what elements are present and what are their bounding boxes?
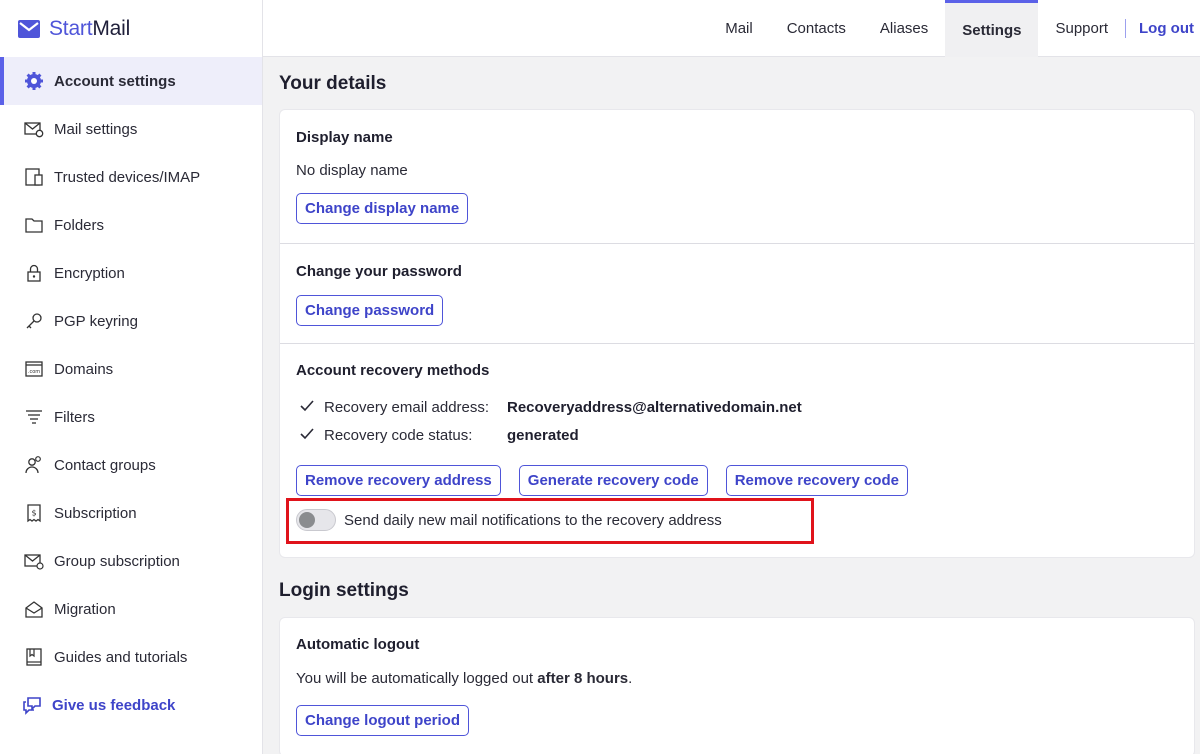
sidebar-item-label: PGP keyring [54, 312, 138, 330]
tab-contacts[interactable]: Contacts [770, 0, 863, 57]
sidebar-item-domains[interactable]: .com Domains [0, 345, 262, 393]
auto-logout-period: after 8 hours [537, 670, 629, 687]
check-icon [300, 427, 316, 444]
sidebar-item-folders[interactable]: Folders [0, 201, 262, 249]
chat-icon [22, 695, 42, 715]
sidebar-item-label: Guides and tutorials [54, 648, 188, 666]
sidebar-item-group-subscription[interactable]: Group subscription [0, 537, 262, 585]
display-name-section: Display name No display name Change disp… [280, 110, 1194, 244]
check-icon [300, 399, 316, 416]
recovery-buttons: Remove recovery address Generate recover… [296, 465, 1178, 496]
tab-mail[interactable]: Mail [708, 0, 770, 57]
sidebar-item-label: Contact groups [54, 456, 156, 474]
logout-link[interactable]: Log out [1126, 0, 1200, 57]
key-icon [24, 311, 44, 331]
svg-text:$: $ [31, 509, 36, 518]
auto-logout-text: You will be automatically logged out aft… [296, 670, 1178, 687]
recovery-email-label: Recovery email address: [324, 398, 490, 416]
auto-logout-heading: Automatic logout [296, 636, 420, 653]
brand-logo[interactable]: StartMail [0, 0, 262, 57]
login-settings-card: Automatic logout You will be automatical… [279, 617, 1195, 754]
sidebar-item-label: Subscription [54, 504, 137, 522]
brand-start: Start [49, 16, 93, 40]
folder-icon [24, 215, 44, 235]
remove-recovery-address-button[interactable]: Remove recovery address [296, 465, 501, 496]
recovery-code-row: Recovery code status: generated [296, 421, 1178, 449]
password-section: Change your password Change password [280, 244, 1194, 344]
highlight-box [286, 498, 814, 544]
remove-recovery-code-button[interactable]: Remove recovery code [725, 465, 908, 496]
svg-text:.com: .com [28, 369, 40, 375]
sidebar-item-label: Filters [54, 408, 95, 426]
sidebar-item-account-settings[interactable]: Account settings [0, 57, 262, 105]
envelope-icon [18, 18, 40, 40]
sidebar-item-trusted-devices[interactable]: Trusted devices/IMAP [0, 153, 262, 201]
auto-logout-prefix: You will be automatically logged out [296, 670, 538, 687]
login-settings-title: Login settings [279, 580, 409, 601]
tab-aliases[interactable]: Aliases [863, 0, 945, 57]
recovery-section: Account recovery methods Recovery email … [280, 344, 1194, 557]
sidebar-item-mail-settings[interactable]: Mail settings [0, 105, 262, 153]
sidebar-item-label: Folders [54, 216, 105, 234]
feedback-label: Give us feedback [52, 696, 176, 714]
sidebar-item-label: Migration [54, 600, 116, 618]
top-nav: Mail Contacts Aliases Settings Support L… [708, 0, 1200, 57]
book-icon [24, 647, 44, 667]
sidebar: StartMail Account settings Mail settings… [0, 0, 263, 754]
recovery-status-list: Recovery email address: Recoveryaddress@… [296, 393, 1178, 449]
gear-icon [24, 71, 44, 91]
sidebar-item-pgp-keyring[interactable]: PGP keyring [0, 297, 262, 345]
sidebar-item-contact-groups[interactable]: Contact groups [0, 441, 262, 489]
group-mail-icon [24, 551, 44, 571]
lock-icon [24, 263, 44, 283]
sidebar-item-label: Trusted devices/IMAP [54, 168, 201, 186]
change-logout-period-button[interactable]: Change logout period [296, 705, 469, 736]
sidebar-item-label: Encryption [54, 264, 125, 282]
sidebar-item-label: Account settings [54, 72, 176, 90]
your-details-title: Your details [279, 73, 387, 94]
generate-recovery-code-button[interactable]: Generate recovery code [518, 465, 708, 496]
filter-icon [24, 407, 44, 427]
settings-nav: Account settings Mail settings Trusted d… [0, 57, 262, 729]
auto-logout-suffix: . [628, 670, 633, 687]
recovery-email-row: Recovery email address: Recoveryaddress@… [296, 393, 1178, 421]
sidebar-item-filters[interactable]: Filters [0, 393, 262, 441]
sidebar-item-subscription[interactable]: $ Subscription [0, 489, 262, 537]
display-name-heading: Display name [296, 129, 393, 146]
brand-mail: Mail [92, 16, 131, 40]
recovery-heading: Account recovery methods [296, 362, 490, 379]
mail-gear-icon [24, 119, 44, 139]
receipt-icon: $ [24, 503, 44, 523]
sidebar-item-encryption[interactable]: Encryption [0, 249, 262, 297]
recovery-code-label: Recovery code status: [324, 426, 473, 444]
recovery-email-value: Recoveryaddress@alternativedomain.net [507, 398, 802, 416]
tab-support[interactable]: Support [1038, 0, 1125, 57]
sidebar-item-guides[interactable]: Guides and tutorials [0, 633, 262, 681]
main-content: Your details Display name No display nam… [263, 57, 1200, 754]
migration-icon [24, 599, 44, 619]
domain-icon: .com [24, 359, 44, 379]
contact-group-icon [24, 455, 44, 475]
auto-logout-section: Automatic logout You will be automatical… [280, 618, 1194, 736]
top-bar: Mail Contacts Aliases Settings Support L… [263, 0, 1200, 57]
tab-settings[interactable]: Settings [945, 0, 1039, 57]
sidebar-item-label: Group subscription [54, 552, 180, 570]
your-details-card: Display name No display name Change disp… [279, 109, 1195, 558]
change-display-name-button[interactable]: Change display name [296, 193, 469, 224]
devices-icon [24, 167, 44, 187]
recovery-notification-setting: Send daily new mail notifications to the… [286, 498, 1178, 544]
change-password-button[interactable]: Change password [296, 295, 444, 326]
sidebar-item-migration[interactable]: Migration [0, 585, 262, 633]
password-heading: Change your password [296, 263, 462, 280]
display-name-value: No display name [296, 162, 408, 179]
give-feedback-link[interactable]: Give us feedback [0, 681, 262, 729]
recovery-code-value: generated [507, 426, 579, 444]
sidebar-item-label: Mail settings [54, 120, 138, 138]
sidebar-item-label: Domains [54, 360, 114, 378]
